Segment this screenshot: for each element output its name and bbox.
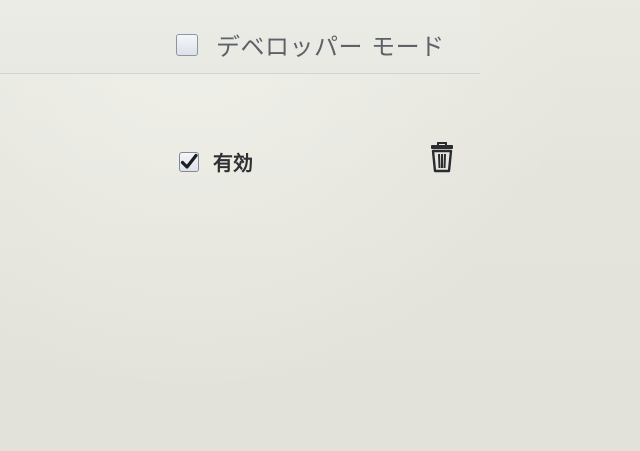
checkmark-icon	[180, 153, 198, 169]
developer-mode-label: デベロッパー モード	[216, 33, 445, 61]
trash-icon[interactable]	[428, 141, 456, 173]
developer-mode-checkbox[interactable]	[176, 33, 198, 56]
enabled-label: 有効	[213, 151, 253, 175]
enabled-checkbox[interactable]	[179, 151, 199, 172]
extension-enable-row: 有効	[179, 147, 253, 176]
extensions-header-bar: デベロッパー モード	[0, 0, 480, 74]
extensions-page: デベロッパー モード 有効	[0, 0, 640, 451]
developer-mode-toggle[interactable]: デベロッパー モード	[176, 27, 445, 62]
